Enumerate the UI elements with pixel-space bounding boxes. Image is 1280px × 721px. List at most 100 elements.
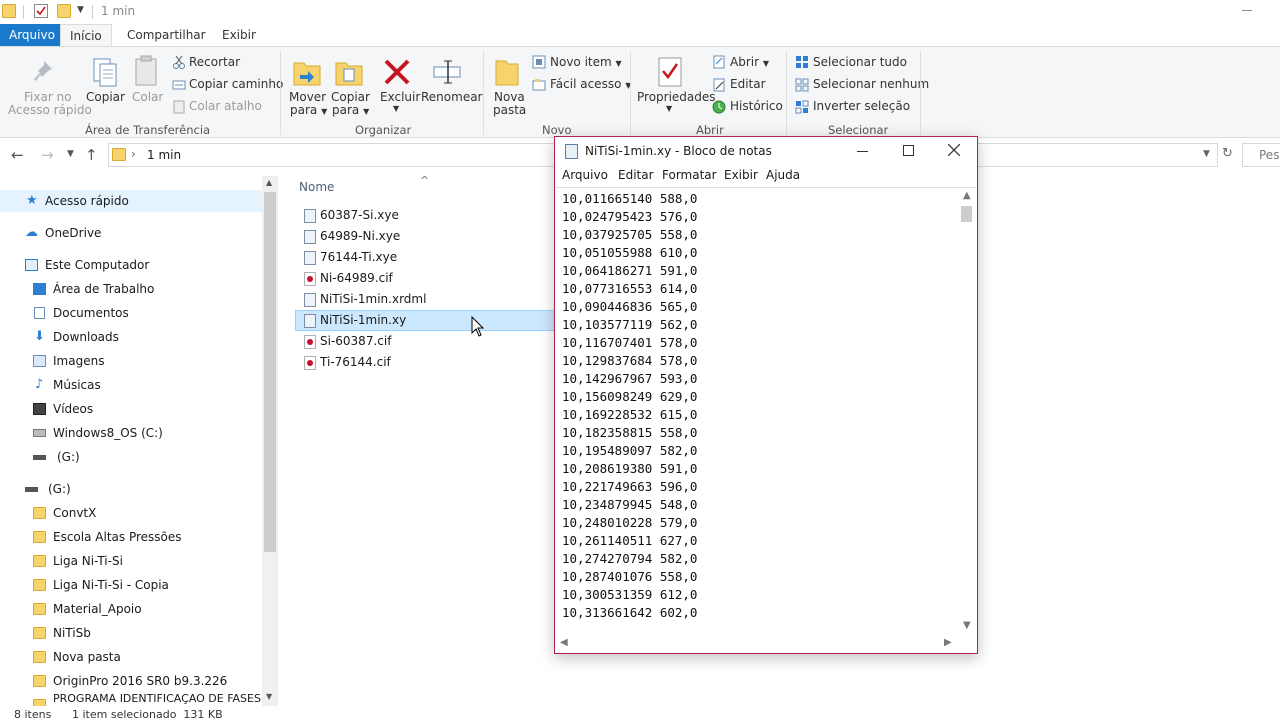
chevron-down-icon[interactable]: ▼ — [1203, 149, 1210, 159]
file-row[interactable]: NiTiSi-1min.xrdml — [295, 289, 555, 310]
new-folder-label-2[interactable]: pasta — [493, 103, 526, 117]
paste-shortcut-icon[interactable] — [172, 100, 186, 114]
invert-selection-button[interactable]: Inverter seleção — [813, 99, 910, 113]
nav-item-drive-g-root[interactable]: (G:) — [0, 478, 262, 500]
select-none-button[interactable]: Selecionar nenhum — [813, 77, 929, 91]
nav-item-onedrive[interactable]: ☁ OneDrive — [0, 222, 262, 244]
scissors-icon[interactable] — [172, 55, 186, 69]
recent-locations-chevron-icon[interactable]: ▼ — [67, 149, 74, 159]
nav-item-folder[interactable]: Escola Altas Pressões — [0, 526, 262, 548]
scroll-up-icon[interactable]: ▲ — [963, 190, 971, 201]
tab-view[interactable]: Exibir — [213, 24, 265, 46]
paste-shortcut-button[interactable]: Colar atalho — [189, 99, 262, 113]
file-row-selected[interactable]: NiTiSi-1min.xy — [295, 310, 555, 331]
menu-edit[interactable]: Editar — [618, 168, 654, 182]
file-row[interactable]: 60387-Si.xye — [295, 205, 555, 226]
copy-to-button[interactable]: Copiar — [331, 90, 370, 104]
scroll-up-icon[interactable]: ▲ — [266, 178, 272, 187]
rename-icon[interactable] — [432, 55, 462, 87]
breadcrumb-chevron-icon[interactable]: › — [131, 147, 136, 161]
chevron-down-icon[interactable]: ▼ — [666, 104, 672, 113]
properties-icon[interactable] — [656, 55, 686, 87]
maximize-button[interactable] — [885, 137, 931, 166]
nav-item-videos[interactable]: Vídeos — [0, 398, 262, 420]
select-none-icon[interactable] — [795, 78, 809, 92]
copy-path-button[interactable]: Copiar caminho — [189, 77, 283, 91]
rename-button[interactable]: Renomear — [421, 90, 483, 104]
nav-item-music[interactable]: ♪ Músicas — [0, 374, 262, 396]
new-item-button[interactable]: Novo item ▼ — [550, 55, 622, 69]
paste-button[interactable]: Colar — [132, 90, 163, 104]
nav-item-downloads[interactable]: ⬇ Downloads — [0, 326, 262, 348]
nav-item-folder[interactable]: Liga Ni-Ti-Si - Copia — [0, 574, 262, 596]
close-button[interactable] — [931, 137, 977, 166]
nav-item-this-pc[interactable]: Este Computador — [0, 254, 262, 276]
copy-button[interactable]: Copiar — [86, 90, 125, 104]
tab-file[interactable]: Arquivo — [0, 24, 64, 46]
properties-check-icon[interactable] — [34, 4, 48, 18]
file-row[interactable]: Ni-64989.cif — [295, 268, 555, 289]
scroll-down-icon[interactable]: ▼ — [266, 692, 272, 701]
notepad-horizontal-scrollbar[interactable]: ◀ ▶ — [556, 635, 958, 652]
menu-help[interactable]: Ajuda — [766, 168, 800, 182]
edit-icon[interactable] — [712, 78, 726, 92]
copy-to-label-2[interactable]: para ▼ — [332, 103, 369, 117]
nav-scrollbar-thumb[interactable] — [264, 192, 276, 552]
pin-label-2[interactable]: Acesso rápido — [8, 103, 92, 117]
easy-access-icon[interactable] — [532, 78, 546, 92]
new-folder-button[interactable]: Nova — [494, 90, 525, 104]
history-icon[interactable] — [712, 100, 726, 114]
edit-button[interactable]: Editar — [730, 77, 766, 91]
file-row[interactable]: 76144-Ti.xye — [295, 247, 555, 268]
file-row[interactable]: Ti-76144.cif — [295, 352, 555, 373]
scroll-right-icon[interactable]: ▶ — [944, 637, 952, 648]
file-row[interactable]: 64989-Ni.xye — [295, 226, 555, 247]
nav-item-folder[interactable]: ConvtX — [0, 502, 262, 524]
menu-view[interactable]: Exibir — [724, 168, 758, 182]
customize-quick-access-icon[interactable]: ▼ — [77, 5, 84, 15]
up-arrow-icon[interactable]: ↑ — [85, 146, 98, 164]
forward-arrow-icon[interactable]: → — [41, 146, 54, 164]
cut-button[interactable]: Recortar — [189, 55, 240, 69]
minimize-icon[interactable] — [1242, 10, 1252, 11]
nav-item-folder[interactable]: Liga Ni-Ti-Si — [0, 550, 262, 572]
nav-item-documents[interactable]: Documentos — [0, 302, 262, 324]
delete-icon[interactable] — [382, 55, 412, 87]
new-folder-icon[interactable] — [57, 4, 71, 18]
nav-item-drive-c[interactable]: Windows8_OS (C:) — [0, 422, 262, 444]
select-all-button[interactable]: Selecionar tudo — [813, 55, 907, 69]
minimize-button[interactable] — [839, 137, 885, 166]
breadcrumb[interactable]: 1 min — [147, 148, 181, 162]
tab-home[interactable]: Início — [60, 24, 112, 46]
menu-format[interactable]: Formatar — [662, 168, 717, 182]
back-arrow-icon[interactable]: ← — [11, 146, 24, 164]
copy-path-icon[interactable] — [172, 78, 186, 92]
history-button[interactable]: Histórico — [730, 99, 783, 113]
new-folder-icon[interactable] — [494, 57, 524, 89]
pin-label[interactable]: Fixar no — [24, 90, 72, 104]
notepad-content[interactable]: 10,011665140 588,0 10,024795423 576,0 10… — [562, 190, 697, 622]
nav-item-folder[interactable]: NiTiSb — [0, 622, 262, 644]
nav-item-folder[interactable]: Nova pasta — [0, 646, 262, 668]
open-icon[interactable] — [712, 55, 726, 69]
file-row[interactable]: Si-60387.cif — [295, 331, 555, 352]
column-header-name[interactable]: Nome — [299, 180, 334, 194]
scroll-left-icon[interactable]: ◀ — [560, 637, 568, 648]
notepad-text-area[interactable]: 10,011665140 588,0 10,024795423 576,0 10… — [556, 187, 976, 652]
nav-item-folder[interactable]: OriginPro 2016 SR0 b9.3.226 — [0, 670, 262, 692]
nav-scrollbar[interactable]: ▲ ▼ — [262, 176, 278, 706]
nav-item-drive-g[interactable]: (G:) — [0, 446, 262, 468]
paste-icon[interactable] — [132, 53, 162, 86]
copy-to-icon[interactable] — [334, 55, 364, 87]
nav-item-folder[interactable]: PROGRAMA IDENTIFICAÇÃO DE FASES — [0, 694, 262, 706]
delete-button[interactable]: Excluir — [380, 90, 420, 104]
open-button[interactable]: Abrir ▼ — [730, 55, 769, 69]
nav-item-desktop[interactable]: Área de Trabalho — [0, 278, 262, 300]
easy-access-button[interactable]: Fácil acesso ▼ — [550, 77, 631, 91]
invert-selection-icon[interactable] — [795, 100, 809, 114]
nav-item-folder[interactable]: Material_Apoio — [0, 598, 262, 620]
new-item-icon[interactable] — [532, 55, 546, 69]
notepad-vertical-scrollbar[interactable]: ▲ ▼ — [958, 188, 975, 635]
search-input[interactable]: Pes — [1242, 143, 1280, 167]
tab-share[interactable]: Compartilhar — [118, 24, 215, 46]
